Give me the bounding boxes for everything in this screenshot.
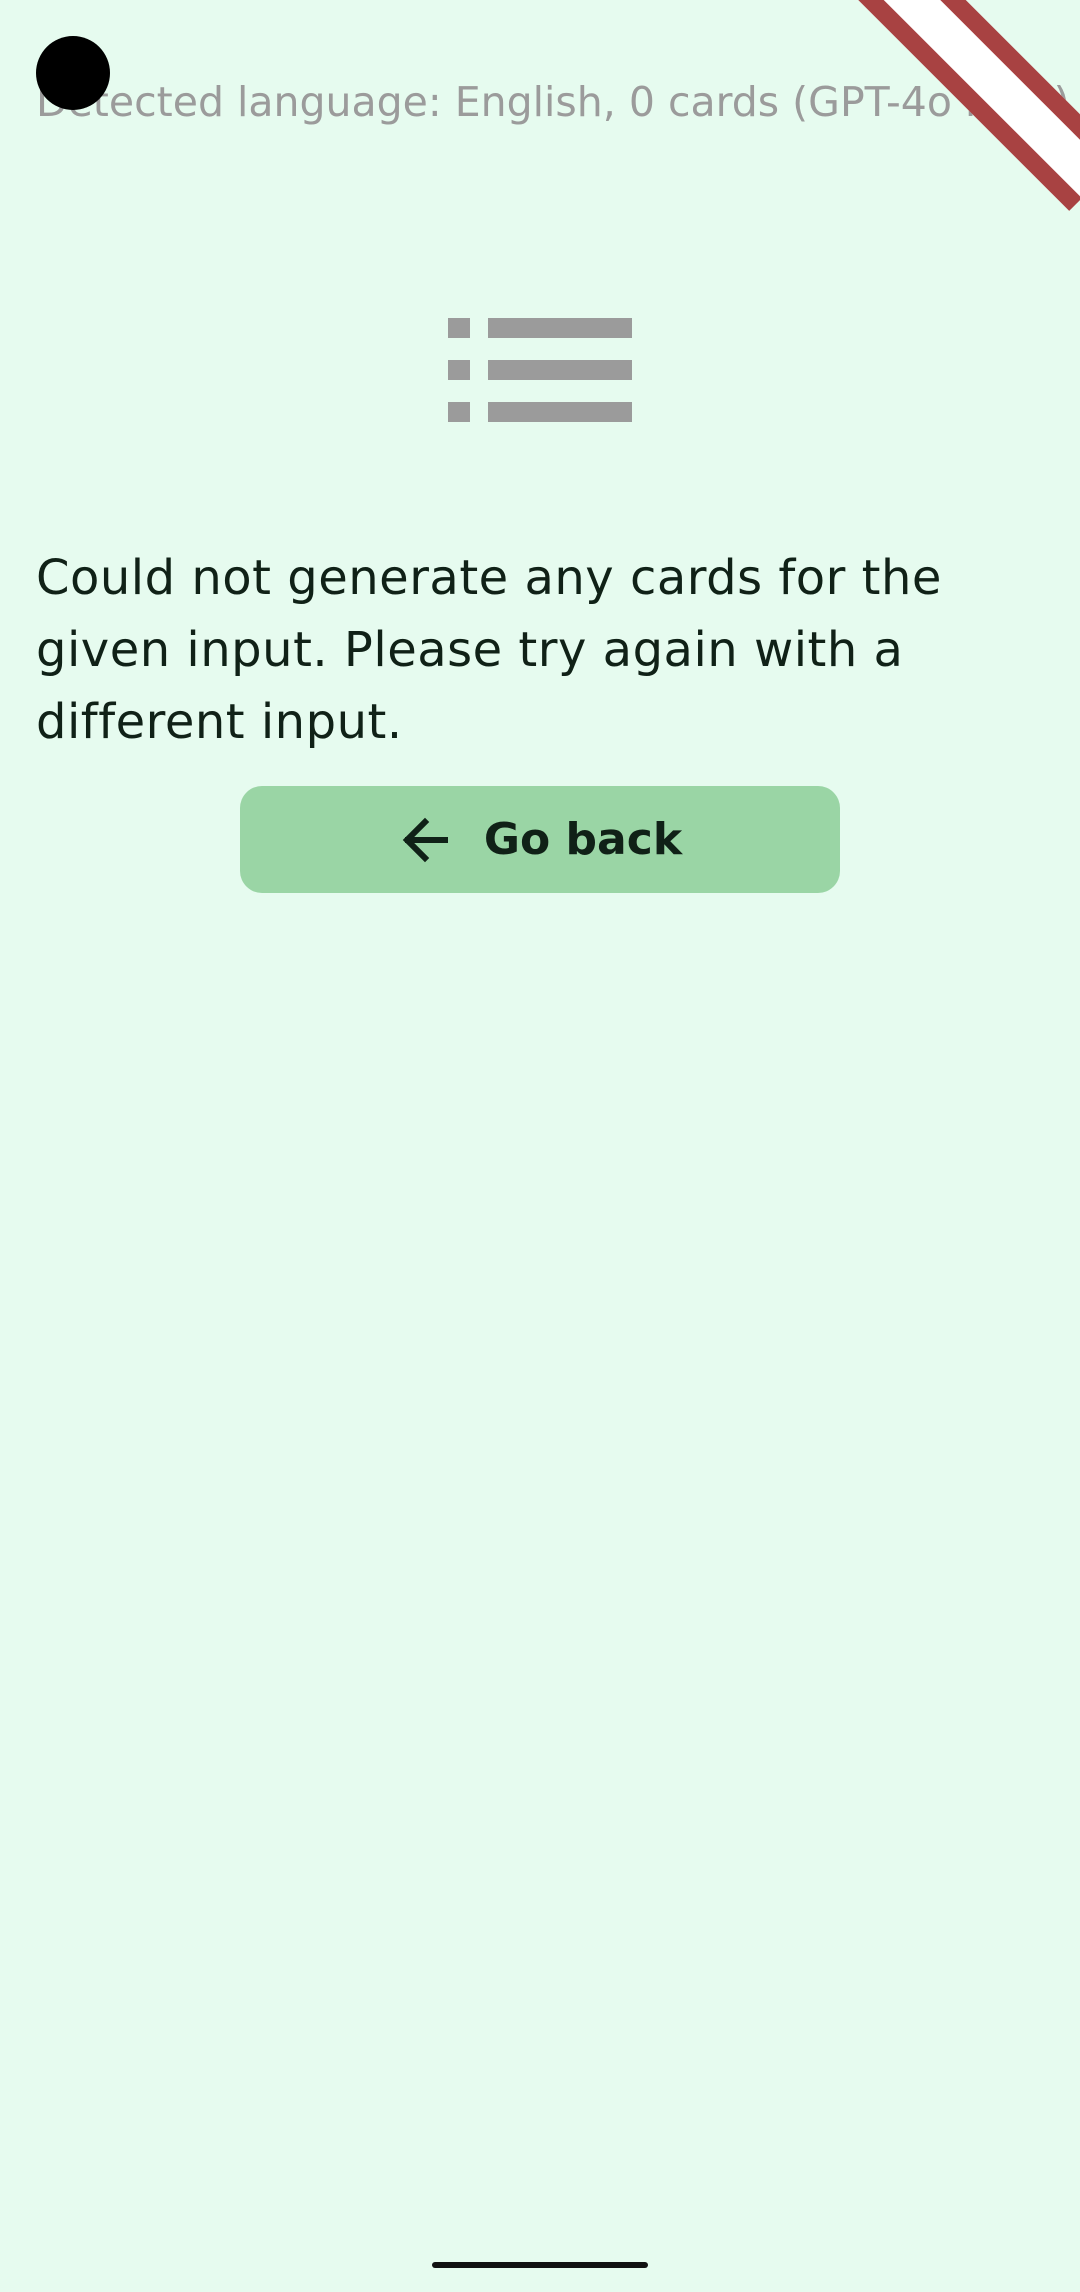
go-back-label: Go back <box>483 814 683 865</box>
app-screen: Detected language: English, 0 cards (GPT… <box>0 0 1080 2292</box>
home-indicator <box>432 2262 648 2268</box>
camera-cutout <box>36 36 110 110</box>
list-icon <box>448 318 632 422</box>
arrow-left-icon <box>402 817 448 862</box>
detected-language-label: Detected language: English, 0 cards (GPT… <box>36 78 1070 126</box>
go-back-button[interactable]: Go back <box>240 786 840 893</box>
empty-state-message: Could not generate any cards for the giv… <box>36 550 942 750</box>
